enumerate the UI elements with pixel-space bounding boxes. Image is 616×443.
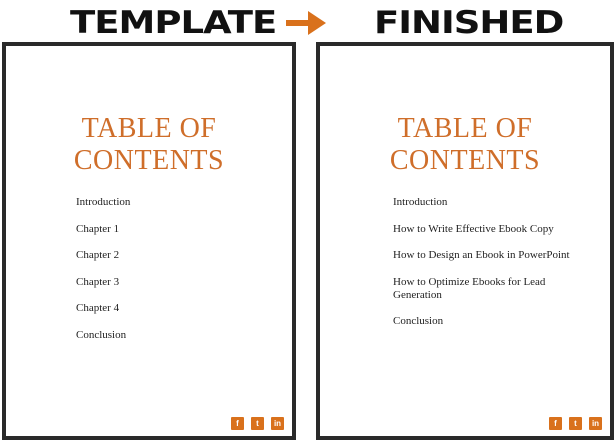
finished-heading: FINISHED — [374, 4, 564, 41]
twitter-icon[interactable]: t — [569, 417, 582, 430]
title-line-1: TABLE OF — [81, 113, 217, 144]
toc-item: How to Write Effective Ebook Copy — [393, 222, 554, 235]
toc-item: Chapter 3 — [76, 275, 120, 288]
toc-item: Introduction — [393, 196, 448, 208]
linkedin-icon[interactable]: in — [589, 417, 602, 430]
toc-list: Introduction How to Write Effective Eboo… — [393, 196, 583, 342]
toc-item: Chapter 1 — [76, 222, 120, 235]
toc-list: Introduction Chapter 1 Chapter 2 Chapter… — [76, 196, 276, 355]
social-icons: f t in — [549, 417, 602, 430]
toc-item: How to Design an Ebook in PowerPoint — [393, 249, 570, 261]
page-title: TABLE OF CONTENTS — [6, 113, 292, 177]
toc-item: How to Optimize Ebooks for Lead Generati… — [393, 275, 546, 301]
template-page: TABLE OF CONTENTS Introduction Chapter 1… — [2, 42, 296, 440]
title-line-2: CONTENTS — [73, 145, 225, 176]
finished-page: TABLE OF CONTENTS Introduction How to Wr… — [316, 42, 614, 440]
title-line-1: TABLE OF — [397, 113, 533, 144]
toc-item: Conclusion — [76, 328, 127, 341]
toc-item: Conclusion — [393, 315, 444, 327]
toc-item: Chapter 2 — [76, 249, 120, 261]
template-heading: TEMPLATE — [70, 4, 277, 41]
facebook-icon[interactable]: f — [549, 417, 562, 430]
toc-item: Introduction — [76, 196, 131, 208]
arrow-right-icon — [286, 11, 326, 35]
page-title: TABLE OF CONTENTS — [320, 113, 610, 177]
social-icons: f t in — [231, 417, 284, 430]
twitter-icon[interactable]: t — [251, 417, 264, 430]
toc-item: Chapter 4 — [76, 302, 120, 314]
linkedin-icon[interactable]: in — [271, 417, 284, 430]
facebook-icon[interactable]: f — [231, 417, 244, 430]
title-line-2: CONTENTS — [389, 145, 541, 176]
